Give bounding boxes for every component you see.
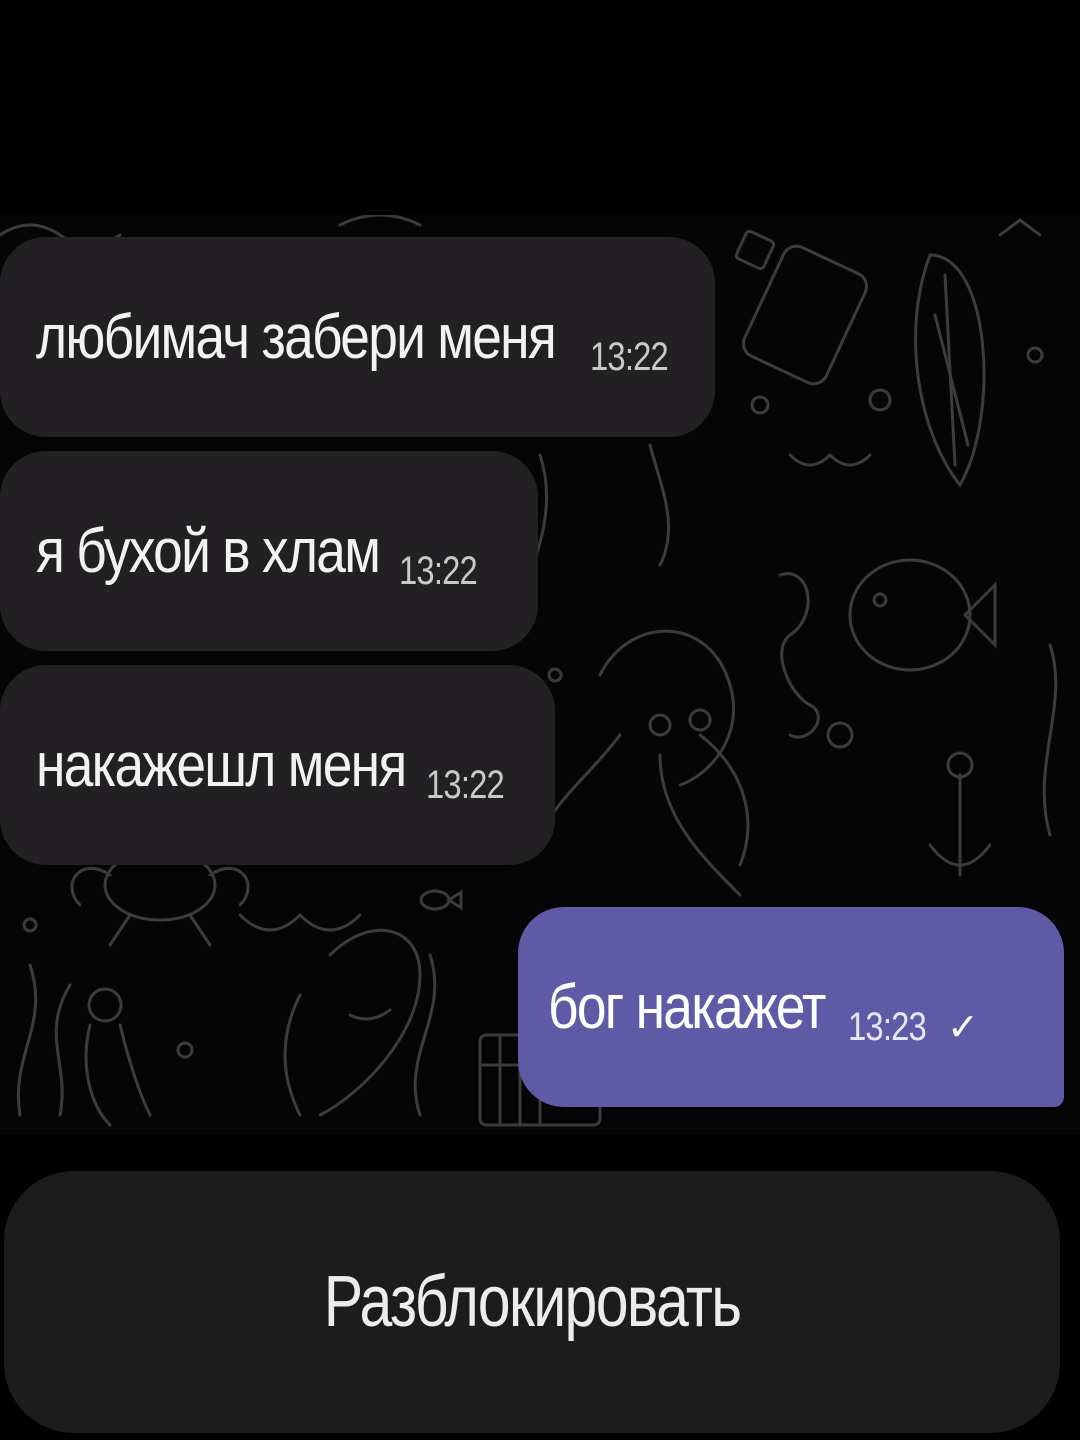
bubble-doodle-icon: [22, 917, 38, 933]
bubble-doodle-icon: [547, 667, 563, 683]
message-text: я бухой в хлам: [36, 516, 381, 586]
bubble-doodle-icon: [1026, 346, 1044, 364]
bubble-doodle-icon: [176, 1041, 194, 1059]
chat-area[interactable]: любимач забери меня 13:22 я бухой в хлам…: [0, 215, 1080, 1135]
message-text: бог накажет: [548, 972, 826, 1042]
octopus-doodle-icon: [538, 629, 750, 897]
bubble-doodle-icon: [750, 395, 770, 415]
diver-doodle-icon: [84, 987, 152, 1127]
anchor-doodle-icon: [928, 751, 992, 877]
message-bubble-incoming[interactable]: любимач забери меня 13:22: [0, 237, 715, 437]
shell-doodle-icon: [914, 253, 986, 488]
message-time: 13:22: [425, 762, 505, 807]
small-fish-doodle-icon: [419, 889, 463, 911]
seahorse-doodle-icon: [778, 572, 820, 739]
chat-screen: любимач забери меня 13:22 я бухой в хлам…: [0, 0, 1080, 1440]
message-time: 13:23: [847, 1004, 927, 1049]
status-area: [0, 0, 1080, 215]
message-text: любимач забери меня: [36, 302, 557, 372]
message-bubble-outgoing[interactable]: бог накажет 13:23 ✓: [518, 907, 1064, 1107]
message-text: накажешл меня: [36, 730, 407, 800]
bottom-panel: Разблокировать: [0, 1135, 1080, 1440]
wave-doodle-icon: [238, 912, 362, 932]
bottle-doodle-icon: [734, 229, 869, 386]
message-bubble-incoming[interactable]: я бухой в хлам 13:22: [0, 451, 538, 651]
checkmark-icon: ✓: [946, 1006, 979, 1049]
message-time: 13:22: [589, 334, 669, 379]
unblock-label: Разблокировать: [323, 1262, 742, 1342]
bubble-doodle-icon: [868, 388, 892, 412]
wave-doodle-icon: [788, 452, 872, 467]
fish-doodle-icon: [848, 558, 997, 672]
fin-doodle-icon: [648, 443, 671, 567]
message-bubble-incoming[interactable]: накажешл меня 13:22: [0, 665, 555, 865]
mermaid-doodle-icon: [283, 928, 422, 1117]
bubble-doodle-icon: [826, 721, 854, 749]
unblock-button[interactable]: Разблокировать: [4, 1171, 1060, 1433]
message-time: 13:22: [399, 548, 478, 593]
